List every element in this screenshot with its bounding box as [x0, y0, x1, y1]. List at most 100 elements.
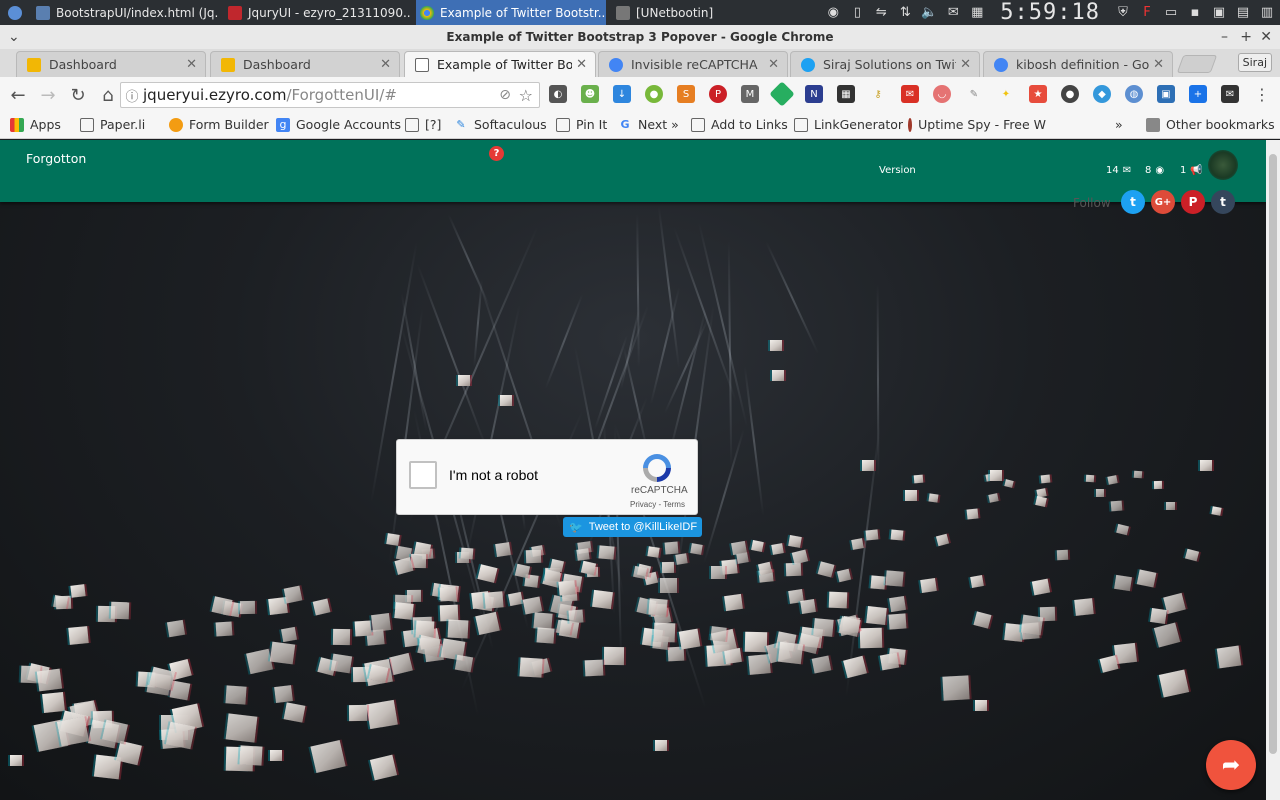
extension-window-icon[interactable]: ▣: [1157, 85, 1175, 103]
extension-seo-icon[interactable]: S: [677, 85, 695, 103]
tab-invisible-recaptcha[interactable]: Invisible reCAPTCHA ✕: [598, 51, 788, 77]
bookmark-google-accounts[interactable]: g Google Accounts: [276, 117, 401, 132]
announcements-stat[interactable]: 1 📢: [1180, 165, 1203, 176]
network-tray-icon[interactable]: ⇋: [872, 5, 890, 21]
bookmark-star-icon[interactable]: ☆: [519, 86, 533, 105]
image-tray-icon[interactable]: ▤: [1234, 5, 1252, 21]
close-tab-icon[interactable]: ✕: [576, 57, 587, 72]
close-tab-icon[interactable]: ✕: [768, 57, 779, 72]
bookmark-apps[interactable]: Apps: [10, 117, 61, 132]
help-icon[interactable]: ?: [489, 146, 504, 161]
document-tray-icon[interactable]: ▯: [848, 5, 866, 21]
extension-star-icon[interactable]: ★: [1029, 85, 1047, 103]
address-bar[interactable]: ⓘ jqueryui.ezyro.com/ForgottenUI/# ⊘ ☆: [120, 82, 540, 108]
avatar[interactable]: [1208, 150, 1238, 180]
info-icon[interactable]: ⓘ: [121, 86, 143, 105]
extension-eyedropper-icon[interactable]: ✎: [965, 85, 983, 103]
bookmark-softaculous[interactable]: ✎ Softaculous: [454, 117, 546, 132]
recaptcha-terms-link[interactable]: Privacy - Terms: [630, 500, 685, 509]
transfer-tray-icon[interactable]: ⇅: [896, 5, 914, 21]
bookmark-form-builder[interactable]: Form Builder: [169, 117, 269, 132]
background-cube: [751, 539, 764, 552]
background-cube: [647, 546, 661, 559]
mail-tray-icon[interactable]: ✉: [944, 5, 962, 21]
pinterest-icon[interactable]: P: [1181, 190, 1205, 214]
version-label[interactable]: Version: [879, 165, 916, 176]
extension-pinterest-icon[interactable]: P: [709, 85, 727, 103]
close-window-button[interactable]: ✕: [1260, 25, 1272, 49]
chrome-tray-icon[interactable]: ◉: [824, 5, 842, 21]
tab-kibosh[interactable]: kibosh definition - Goog ✕: [983, 51, 1173, 77]
volume-icon[interactable]: 🔈: [920, 5, 938, 21]
new-tab-button[interactable]: [1176, 55, 1218, 73]
bookmark-add-to-links[interactable]: Add to Links: [691, 117, 788, 132]
close-tab-icon[interactable]: ✕: [1153, 57, 1164, 72]
extension-blue-icon[interactable]: ◆: [1093, 85, 1111, 103]
settings-tray-icon[interactable]: ▥: [1258, 5, 1276, 21]
bookmark-question[interactable]: [?]: [405, 117, 441, 132]
recaptcha-checkbox[interactable]: [409, 461, 437, 489]
tweet-button[interactable]: 🐦 Tweet to @KillLikeIDF: [563, 517, 702, 537]
bookmark-uptime-spy[interactable]: Uptime Spy - Free W: [908, 117, 1046, 132]
close-tab-icon[interactable]: ✕: [960, 57, 971, 72]
extension-lightbulb-icon[interactable]: ✦: [997, 85, 1015, 103]
extension-key-icon[interactable]: ⚷: [869, 85, 887, 103]
taskbar-item-filezilla[interactable]: JquryUI - ezyro_21311090...: [224, 0, 410, 25]
blocked-content-icon[interactable]: ⊘: [499, 87, 511, 103]
extension-film-icon[interactable]: ▦: [837, 85, 855, 103]
bookmark-next[interactable]: G Next »: [618, 117, 678, 132]
screenshot-tray-icon[interactable]: ▣: [1210, 5, 1228, 21]
close-tab-icon[interactable]: ✕: [380, 57, 391, 72]
extension-mail-icon[interactable]: ✉: [1221, 85, 1239, 103]
minimize-button[interactable]: –: [1221, 25, 1228, 49]
close-tab-icon[interactable]: ✕: [186, 57, 197, 72]
extension-gmail-icon[interactable]: ✉: [901, 85, 919, 103]
bookmarks-overflow-button[interactable]: »: [1115, 117, 1123, 132]
extension-diamond-icon[interactable]: [769, 81, 795, 107]
taskbar-item-unetbootin[interactable]: [UNetbootin]: [612, 0, 762, 25]
bookmark-other[interactable]: Other bookmarks: [1146, 117, 1275, 132]
twitter-icon[interactable]: t: [1121, 190, 1145, 214]
reload-button[interactable]: ↻: [64, 81, 92, 109]
maximize-button[interactable]: +: [1240, 25, 1252, 49]
taskbar-item-chrome[interactable]: Example of Twitter Bootstr...: [416, 0, 606, 25]
extension-news-icon[interactable]: N: [805, 85, 823, 103]
page-scrollbar[interactable]: [1266, 140, 1280, 800]
tab-siraj-twitter[interactable]: Siraj Solutions on Twitte ✕: [790, 51, 980, 77]
extension-green-icon[interactable]: ●: [645, 85, 663, 103]
bookmark-pin-it[interactable]: Pin It: [556, 117, 607, 132]
tumblr-icon[interactable]: t: [1211, 190, 1235, 214]
filezilla-tray-icon[interactable]: F: [1138, 5, 1156, 21]
extension-shield-icon[interactable]: M: [741, 85, 759, 103]
terminal-tray-icon[interactable]: ▪: [1186, 5, 1204, 21]
brand-link[interactable]: Forgotton: [26, 151, 86, 166]
extension-spy-icon[interactable]: ◐: [549, 85, 567, 103]
shield-icon[interactable]: ⛨: [1114, 5, 1132, 21]
chrome-menu-icon[interactable]: ⋮: [1253, 85, 1271, 104]
extension-record-icon[interactable]: ●: [1061, 85, 1079, 103]
calculator-tray-icon[interactable]: ▦: [968, 5, 986, 21]
extension-frog-icon[interactable]: ☻: [581, 85, 599, 103]
views-stat[interactable]: 8 ◉: [1145, 165, 1164, 176]
tab-dashboard-1[interactable]: Dashboard ✕: [16, 51, 206, 77]
forward-button[interactable]: →: [34, 81, 62, 109]
tab-example-bootstrap[interactable]: Example of Twitter Boot ✕: [404, 51, 596, 77]
folder-tray-icon[interactable]: ▭: [1162, 5, 1180, 21]
extension-pocket-icon[interactable]: ◡: [933, 85, 951, 103]
start-menu-icon[interactable]: [4, 0, 26, 25]
bookmark-linkgenerator[interactable]: LinkGenerator: [794, 117, 903, 132]
home-button[interactable]: ⌂: [94, 81, 122, 109]
extension-globe-icon[interactable]: ◍: [1125, 85, 1143, 103]
share-fab-button[interactable]: ➦: [1206, 740, 1256, 790]
scrollbar-thumb[interactable]: [1269, 154, 1277, 754]
tab-dashboard-2[interactable]: Dashboard ✕: [210, 51, 400, 77]
bookmark-paper-li[interactable]: Paper.li: [80, 117, 145, 132]
taskbar-item-bootstrapui[interactable]: BootstrapUI/index.html (Jq...: [32, 0, 218, 25]
messages-stat[interactable]: 14 ✉: [1106, 165, 1131, 176]
profile-button[interactable]: Siraj: [1237, 53, 1272, 72]
back-button[interactable]: ←: [4, 81, 32, 109]
google-plus-icon[interactable]: G+: [1151, 190, 1175, 214]
extension-plus-icon[interactable]: +: [1189, 85, 1207, 103]
extension-download-icon[interactable]: ↓: [613, 85, 631, 103]
window-menu-icon[interactable]: ⌄: [8, 25, 20, 49]
